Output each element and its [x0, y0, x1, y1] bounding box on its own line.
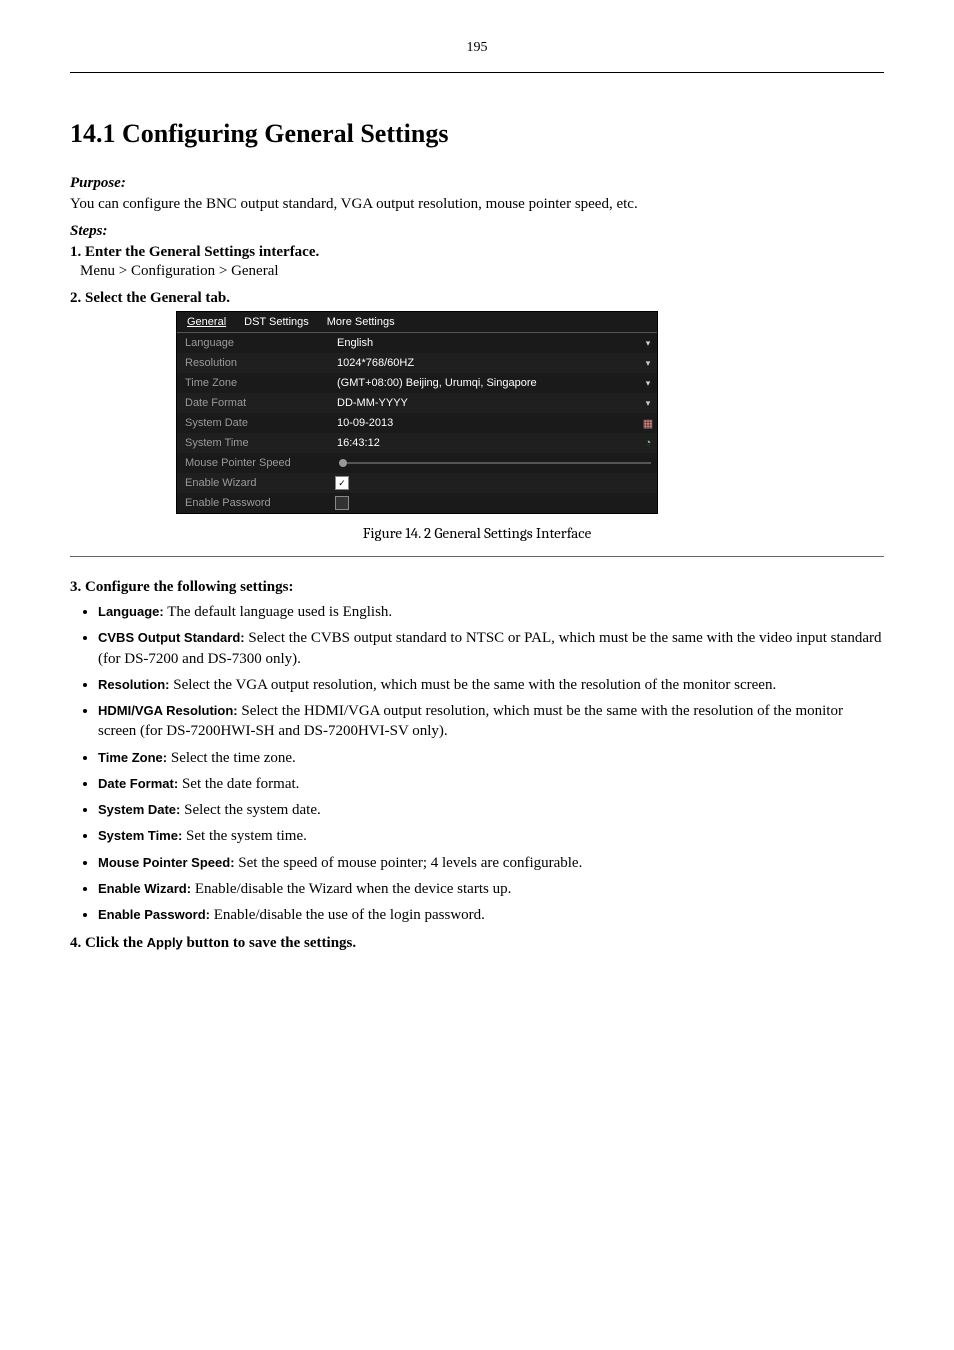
steps-head: Steps:: [70, 223, 884, 240]
settings-bullets: Language: The default language used is E…: [98, 602, 884, 925]
calendar-icon[interactable]: ▦: [641, 417, 655, 430]
apply-button-ref: Apply: [147, 935, 183, 950]
bullet-label: Time Zone:: [98, 750, 167, 765]
bullet-text: Set the speed of mouse pointer; 4 levels…: [235, 855, 583, 871]
step-3: 3. Configure the following settings:: [70, 579, 884, 596]
bullet-label: Mouse Pointer Speed:: [98, 855, 235, 870]
enable-wizard-label: Enable Wizard: [179, 477, 335, 489]
bullet-label: System Date:: [98, 802, 180, 817]
purpose-body: You can configure the BNC output standar…: [70, 196, 884, 213]
system-date-field[interactable]: 10-09-2013: [335, 417, 641, 429]
tab-more-settings[interactable]: More Settings: [325, 316, 397, 330]
timezone-select[interactable]: (GMT+08:00) Beijing, Urumqi, Singapore: [335, 377, 641, 389]
bullet-text: Enable/disable the use of the login pass…: [210, 907, 485, 923]
settings-body: Language English ▾ Resolution 1024*768/6…: [177, 333, 657, 513]
step-3-text: 3. Configure the following settings:: [70, 579, 293, 595]
clock-icon[interactable]: ◔: [641, 437, 655, 449]
mouse-speed-label: Mouse Pointer Speed: [179, 457, 335, 469]
dateformat-label: Date Format: [179, 397, 335, 409]
system-time-field[interactable]: 16:43:12: [335, 437, 641, 449]
bullet-text: Enable/disable the Wizard when the devic…: [191, 881, 511, 897]
figure-rule: [70, 556, 884, 557]
bullet-label: Language:: [98, 604, 164, 619]
tab-general[interactable]: General: [185, 316, 228, 330]
system-date-label: System Date: [179, 417, 335, 429]
bullet-label: Date Format:: [98, 776, 178, 791]
bullet-text: Select the VGA output resolution, which …: [170, 677, 777, 693]
header-rule: [70, 72, 884, 73]
figure-caption: Figure 14. 2 General Settings Interface: [70, 524, 884, 542]
step-2-text: 2. Select the General tab.: [70, 290, 230, 306]
bullet-label: System Time:: [98, 828, 182, 843]
bullet-item: CVBS Output Standard: Select the CVBS ou…: [98, 628, 884, 669]
bullet-item: Enable Wizard: Enable/disable the Wizard…: [98, 879, 884, 899]
enable-wizard-checkbox[interactable]: ✓: [335, 476, 349, 490]
chevron-down-icon[interactable]: ▾: [641, 378, 655, 389]
bullet-label: CVBS Output Standard:: [98, 630, 245, 645]
dateformat-select[interactable]: DD-MM-YYYY: [335, 397, 641, 409]
chevron-down-icon[interactable]: ▾: [641, 338, 655, 349]
menu-path: Menu > Configuration > General: [80, 263, 884, 280]
step-4a: 4. Click the: [70, 935, 147, 951]
tabs: General DST Settings More Settings: [177, 312, 657, 333]
mouse-speed-slider[interactable]: [339, 462, 651, 464]
page-number: 195: [70, 40, 884, 56]
bullet-item: System Date: Select the system date.: [98, 800, 884, 820]
bullet-text: Select the time zone.: [167, 750, 296, 766]
enable-password-checkbox[interactable]: [335, 496, 349, 510]
language-select[interactable]: English: [335, 337, 641, 349]
enable-password-label: Enable Password: [179, 497, 335, 509]
bullet-label: Enable Password:: [98, 907, 210, 922]
bullet-item: Mouse Pointer Speed: Set the speed of mo…: [98, 853, 884, 873]
step-1: 1. Enter the General Settings interface.: [70, 244, 884, 261]
bullet-text: Set the date format.: [178, 776, 299, 792]
step-1-text: 1. Enter the General Settings interface.: [70, 244, 319, 260]
timezone-label: Time Zone: [179, 377, 335, 389]
step-2: 2. Select the General tab.: [70, 290, 884, 307]
tab-dst-settings[interactable]: DST Settings: [242, 316, 311, 330]
bullet-text: Set the system time.: [182, 828, 307, 844]
system-time-label: System Time: [179, 437, 335, 449]
bullet-item: Enable Password: Enable/disable the use …: [98, 905, 884, 925]
bullet-item: Resolution: Select the VGA output resolu…: [98, 675, 884, 695]
purpose-head: Purpose:: [70, 175, 884, 192]
slider-thumb[interactable]: [339, 459, 347, 467]
resolution-label: Resolution: [179, 357, 335, 369]
step-4b: button to save the settings.: [183, 935, 356, 951]
bullet-text: The default language used is English.: [164, 604, 392, 620]
bullet-label: Enable Wizard:: [98, 881, 191, 896]
chevron-down-icon[interactable]: ▾: [641, 358, 655, 369]
bullet-text: Select the system date.: [180, 802, 320, 818]
step-4: 4. Click the Apply button to save the se…: [70, 935, 884, 952]
bullet-item: HDMI/VGA Resolution: Select the HDMI/VGA…: [98, 701, 884, 742]
bullet-item: System Time: Set the system time.: [98, 826, 884, 846]
bullet-label: Resolution:: [98, 677, 170, 692]
bullet-label: HDMI/VGA Resolution:: [98, 703, 238, 718]
chevron-down-icon[interactable]: ▾: [641, 398, 655, 409]
settings-screenshot: General DST Settings More Settings Langu…: [176, 311, 658, 514]
bullet-item: Language: The default language used is E…: [98, 602, 884, 622]
bullet-item: Date Format: Set the date format.: [98, 774, 884, 794]
bullet-item: Time Zone: Select the time zone.: [98, 748, 884, 768]
language-label: Language: [179, 337, 335, 349]
section-title: 14.1 Configuring General Settings: [70, 119, 884, 149]
resolution-select[interactable]: 1024*768/60HZ: [335, 357, 641, 369]
